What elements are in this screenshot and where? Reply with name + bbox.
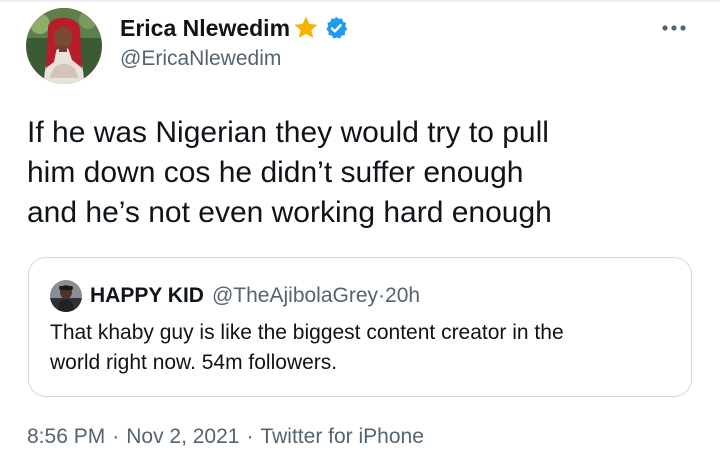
quoted-tweet-header: HAPPY KID @TheAjibolaGrey · 20h [50,280,420,312]
quoted-meta-separator: · [378,284,386,307]
star-icon [292,14,320,42]
tweet-text: If he was Nigerian they would try to pul… [27,113,697,233]
tweet-text-line: and he’s not even working hard enough [27,196,552,229]
tweet-text-line: If he was Nigerian they would try to pul… [27,116,549,149]
quoted-author-name: HAPPY KID [90,284,204,307]
tweet-source[interactable]: Twitter for iPhone [260,425,423,448]
meta-separator: · [246,425,254,448]
quoted-text-line: That khaby guy is like the biggest conte… [50,321,564,344]
quoted-tweet-text: That khaby guy is like the biggest conte… [50,318,680,378]
verified-badge-icon [323,15,349,41]
quoted-tweet-age: 20h [385,284,421,307]
more-options-button[interactable] [656,14,692,42]
quoted-author-handle: @TheAjibolaGrey [211,284,379,307]
meta-separator: · [112,425,120,448]
tweet-metadata: 8:56 PM · Nov 2, 2021 · Twitter for iPhone [27,425,424,449]
author-handle[interactable]: @EricaNlewedim [120,47,349,71]
profile-photo [26,8,102,84]
author-name-row: Erica Nlewedim [120,12,349,44]
more-options-icon [662,25,686,31]
author-block: Erica Nlewedim @EricaNlewedim [120,12,349,71]
author-avatar[interactable] [26,8,102,84]
quoted-author-avatar [50,280,82,312]
author-display-name[interactable]: Erica Nlewedim [120,15,290,42]
quoted-text-line: world right now. 54m followers. [50,351,338,374]
tweet-text-line: him down cos he didn’t suffer enough [27,156,524,189]
top-divider [0,0,720,2]
quoted-tweet-card[interactable]: HAPPY KID @TheAjibolaGrey · 20h That kha… [28,257,692,397]
tweet-time[interactable]: 8:56 PM [27,425,105,448]
tweet-date[interactable]: Nov 2, 2021 [126,425,239,448]
